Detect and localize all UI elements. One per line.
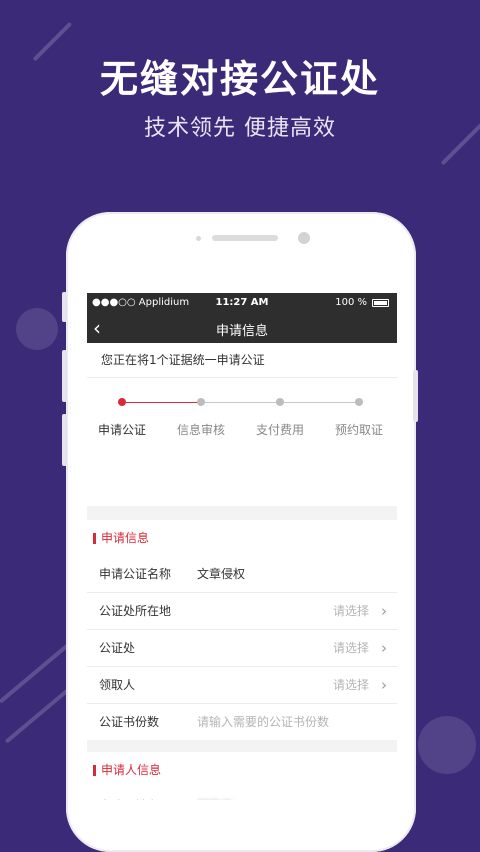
select-placeholder: 请选择 [332, 641, 369, 655]
decor-circle [418, 716, 476, 774]
applicant-name-value[interactable]: 郭学良 [197, 788, 233, 800]
row-label: 公证处所在地 [99, 604, 172, 618]
step-dot [355, 398, 363, 406]
side-button [62, 350, 67, 402]
row-label: 公证处 [99, 641, 136, 655]
decor-circle [16, 308, 58, 350]
step-label: 申请公证 [97, 423, 146, 437]
chevron-right-icon: › [381, 602, 387, 620]
row-label: 领取人 [99, 678, 136, 692]
row-label: 申请人姓名 [99, 788, 159, 800]
battery-percent: 100 % [335, 297, 367, 308]
step-dot [197, 398, 205, 406]
copies-input[interactable]: 请输入需要的公证书份数 [197, 704, 329, 740]
step-connector [282, 402, 358, 403]
row-label: 公证书份数 [99, 715, 160, 729]
step-connector [204, 402, 278, 403]
progress-steps: 申请公证 信息审核 支付费用 预约取证 [87, 378, 397, 506]
form-row-copies: 公证书份数 请输入需要的公证书份数 [87, 703, 397, 740]
promo-headline: 无缝对接公证处 [99, 57, 380, 101]
chevron-right-icon: › [381, 639, 387, 657]
step-connector [126, 402, 200, 403]
chevron-right-icon: › [381, 676, 387, 694]
front-camera [298, 232, 310, 244]
step-label: 信息审核 [176, 423, 225, 437]
side-button [413, 370, 418, 422]
form-row-notary-name: 申请公证名称 文章侵权 [87, 556, 397, 592]
status-bar: ●●●○○ Applidium 11:27 AM 100 % [87, 293, 397, 313]
section-title: 申请信息 [87, 520, 397, 556]
step-label: 预约取证 [334, 423, 383, 437]
form-row-notary-location[interactable]: 公证处所在地 请选择 › [87, 592, 397, 629]
nav-bar: ‹ 申请信息 [87, 313, 397, 343]
promo-subline: 技术领先 便捷高效 [144, 116, 336, 141]
step-dot-active [118, 398, 126, 406]
sensor-dot [196, 236, 201, 241]
notice-text: 您正在将1个证据统一申请公证 [87, 343, 397, 378]
decor-line [4, 689, 69, 744]
step-label: 支付费用 [255, 423, 304, 437]
earpiece-speaker [212, 235, 278, 241]
select-placeholder: 请选择 [332, 604, 369, 618]
page-title: 申请信息 [215, 324, 268, 339]
form-row-recipient[interactable]: 领取人 请选择 › [87, 666, 397, 703]
notary-name-value[interactable]: 文章侵权 [197, 556, 245, 592]
app-screen: ●●●○○ Applidium 11:27 AM 100 % ‹ 申请信息 您正… [87, 293, 397, 800]
form-row-applicant-name: 申请人姓名 郭学良 [87, 788, 397, 800]
side-button [62, 414, 67, 466]
section-title: 申请人信息 [87, 752, 397, 788]
step-dot [276, 398, 284, 406]
battery-icon [372, 299, 389, 307]
applicant-info-section: 申请人信息 申请人姓名 郭学良 [87, 752, 397, 800]
phone-top-bezel [66, 232, 416, 244]
row-label: 申请公证名称 [99, 567, 172, 581]
apply-info-section: 申请信息 申请公证名称 文章侵权 公证处所在地 请选择 › 公证处 请选择 › … [87, 520, 397, 740]
select-placeholder: 请选择 [332, 678, 369, 692]
side-button [62, 292, 67, 322]
form-row-notary-office[interactable]: 公证处 请选择 › [87, 629, 397, 666]
